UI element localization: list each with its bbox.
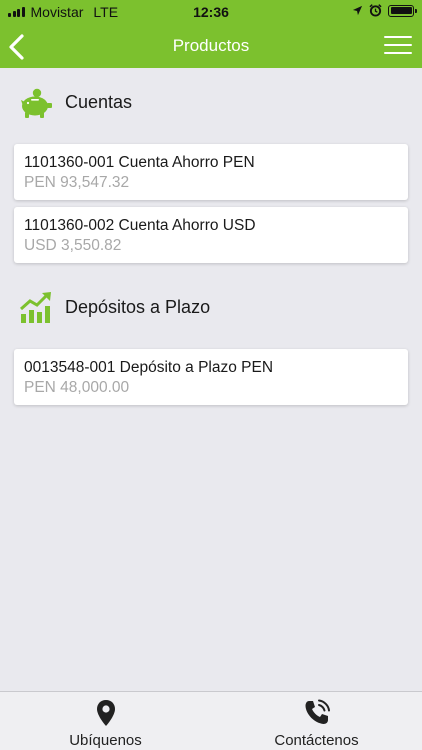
phone-icon [305,699,330,724]
account-balance: PEN 93,547.32 [24,174,130,191]
battery-icon [388,4,417,17]
account-card[interactable]: 1101360-001 Cuenta Ahorro PEN PEN 93,547… [14,144,408,200]
account-name: 1101360-001 Cuenta Ahorro PEN [24,154,255,171]
location-arrow-icon [352,5,363,16]
bottom-tab-bar: Ubíquenos Contáctenos [0,691,422,750]
deposit-card[interactable]: 0013548-001 Depósito a Plazo PEN PEN 48,… [14,349,408,405]
status-bar: Movistar LTE 12:36 [0,0,422,24]
nav-bar: Productos [0,24,422,68]
tab-contactenos[interactable]: Contáctenos [211,692,422,750]
location-pin-icon [96,700,115,726]
status-right [352,4,417,17]
tab-ubiquenos[interactable]: Ubíquenos [0,692,211,750]
hamburger-menu-icon[interactable] [384,36,412,58]
account-balance: USD 3,550.82 [24,237,122,254]
piggy-bank-icon [21,88,52,118]
alarm-icon [369,4,382,17]
deposit-name: 0013548-001 Depósito a Plazo PEN [24,359,274,376]
section-title: Depósitos a Plazo [65,296,211,317]
tab-label: Contáctenos [274,732,359,749]
section-header-cuentas: Cuentas [18,84,132,120]
page-title: Productos [172,36,250,55]
account-card[interactable]: 1101360-002 Cuenta Ahorro USD USD 3,550.… [14,207,408,263]
tab-label: Ubíquenos [69,732,142,749]
account-name: 1101360-002 Cuenta Ahorro USD [24,217,256,234]
deposit-balance: PEN 48,000.00 [24,379,130,396]
section-header-depositos: Depósitos a Plazo [18,289,210,325]
section-title: Cuentas [65,91,133,112]
growth-chart-icon [20,292,51,323]
